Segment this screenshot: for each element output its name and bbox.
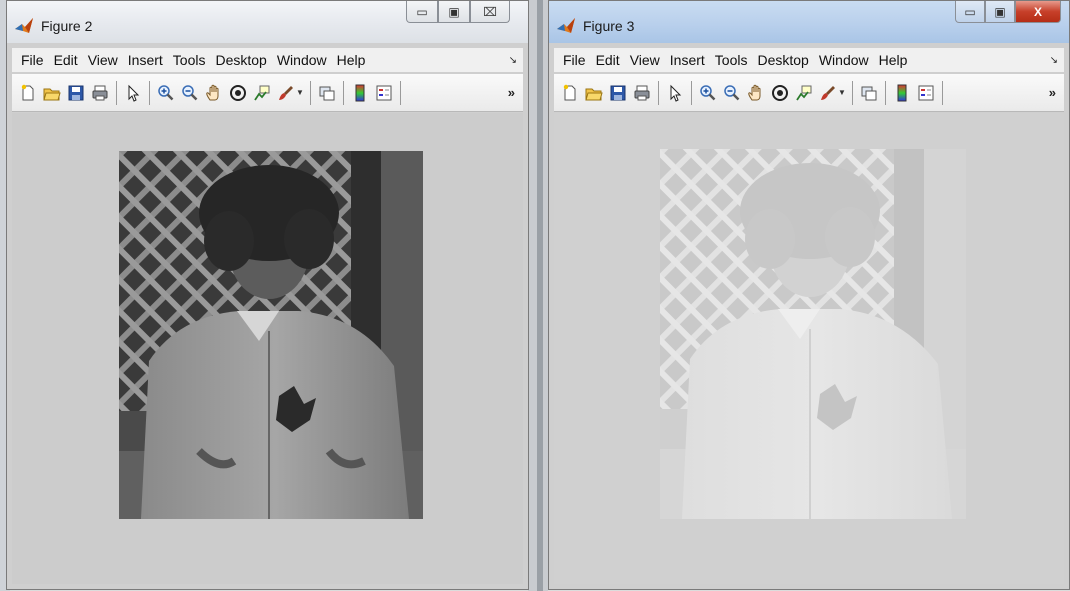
menu-bar: File Edit View Insert Tools Desktop Wind… (554, 48, 1064, 72)
menu-tools[interactable]: Tools (710, 52, 753, 68)
figure-window-2[interactable]: Figure 2 ▭ ▣ ⌧ File Edit View Insert Too… (6, 0, 529, 590)
save-icon[interactable] (64, 81, 88, 105)
toolbar-separator (342, 80, 344, 105)
menu-file[interactable]: File (16, 52, 49, 68)
menu-help[interactable]: Help (332, 52, 371, 68)
link-plot-icon[interactable] (857, 81, 881, 105)
open-file-icon[interactable] (582, 81, 606, 105)
save-icon[interactable] (606, 81, 630, 105)
minimize-button[interactable]: ▭ (406, 1, 438, 23)
menu-view[interactable]: View (83, 52, 123, 68)
maximize-button[interactable]: ▣ (985, 1, 1015, 23)
rotate-3d-icon[interactable] (768, 81, 792, 105)
toolbar-separator (399, 80, 401, 105)
pan-hand-icon[interactable] (202, 81, 226, 105)
toolbar-separator (658, 80, 659, 105)
toolbar-separator (691, 80, 692, 105)
zoom-out-icon[interactable] (720, 81, 744, 105)
window-title: Figure 3 (583, 18, 635, 34)
brush-icon[interactable] (816, 81, 840, 105)
edit-plot-arrow-icon[interactable] (121, 81, 145, 105)
zoom-out-icon[interactable] (178, 81, 202, 105)
open-file-icon[interactable] (40, 81, 64, 105)
menu-view[interactable]: View (625, 52, 665, 68)
maximize-button[interactable]: ▣ (438, 1, 470, 23)
matlab-logo-icon (15, 18, 33, 33)
menu-bar: File Edit View Insert Tools Desktop Wind… (12, 48, 523, 72)
window-title: Figure 2 (41, 18, 93, 34)
title-bar[interactable]: Figure 2 ▭ ▣ ⌧ (7, 1, 528, 43)
toolbar-separator (149, 80, 150, 105)
toolbar-overflow-icon[interactable]: » (1049, 85, 1056, 100)
low-contrast-photo (660, 149, 966, 519)
toolbar-separator (309, 80, 311, 105)
brush-dropdown-icon[interactable]: ▼ (296, 88, 304, 97)
close-button[interactable]: X (1015, 1, 1061, 23)
toolbar-separator (851, 80, 853, 105)
desktop: Figure 2 ▭ ▣ ⌧ File Edit View Insert Too… (0, 0, 1070, 591)
toolbar-separator (116, 80, 117, 105)
menu-edit[interactable]: Edit (591, 52, 625, 68)
matlab-logo-icon (557, 18, 575, 33)
print-icon[interactable] (630, 81, 654, 105)
dock-arrow-icon[interactable]: ↘ (509, 55, 517, 66)
menu-insert[interactable]: Insert (665, 52, 710, 68)
data-cursor-icon[interactable] (792, 81, 816, 105)
link-plot-icon[interactable] (315, 81, 339, 105)
new-figure-icon[interactable] (558, 81, 582, 105)
figure-toolbar: ▼ » (12, 74, 523, 112)
toolbar-overflow-icon[interactable]: » (508, 85, 515, 100)
window-controls: ▭ ▣ X (955, 1, 1061, 23)
menu-tools[interactable]: Tools (168, 52, 211, 68)
menu-insert[interactable]: Insert (123, 52, 168, 68)
figure-canvas[interactable] (12, 113, 523, 584)
colorbar-icon[interactable] (890, 81, 914, 105)
edit-plot-arrow-icon[interactable] (663, 81, 687, 105)
close-button[interactable]: ⌧ (470, 1, 510, 23)
title-bar[interactable]: Figure 3 ▭ ▣ X (549, 1, 1069, 43)
colorbar-icon[interactable] (348, 81, 372, 105)
menu-edit[interactable]: Edit (49, 52, 83, 68)
data-cursor-icon[interactable] (250, 81, 274, 105)
toolbar-separator (941, 80, 943, 105)
menu-desktop[interactable]: Desktop (752, 52, 813, 68)
figure-canvas[interactable] (554, 113, 1064, 584)
zoom-in-icon[interactable] (696, 81, 720, 105)
pan-hand-icon[interactable] (744, 81, 768, 105)
figure-window-3[interactable]: Figure 3 ▭ ▣ X File Edit View Insert Too… (548, 0, 1070, 590)
zoom-in-icon[interactable] (154, 81, 178, 105)
menu-window[interactable]: Window (272, 52, 332, 68)
brush-icon[interactable] (274, 81, 298, 105)
print-icon[interactable] (88, 81, 112, 105)
menu-file[interactable]: File (558, 52, 591, 68)
rotate-3d-icon[interactable] (226, 81, 250, 105)
new-figure-icon[interactable] (16, 81, 40, 105)
window-controls: ▭ ▣ ⌧ (406, 1, 510, 23)
menu-window[interactable]: Window (814, 52, 874, 68)
figure-toolbar: ▼ » (554, 74, 1064, 112)
grayscale-photo (119, 151, 423, 519)
menu-help[interactable]: Help (874, 52, 913, 68)
dock-arrow-icon[interactable]: ↘ (1050, 55, 1058, 66)
legend-icon[interactable] (914, 81, 938, 105)
window-gap-divider (537, 0, 543, 591)
legend-icon[interactable] (372, 81, 396, 105)
minimize-button[interactable]: ▭ (955, 1, 985, 23)
menu-desktop[interactable]: Desktop (210, 52, 271, 68)
brush-dropdown-icon[interactable]: ▼ (838, 88, 846, 97)
toolbar-separator (884, 80, 886, 105)
